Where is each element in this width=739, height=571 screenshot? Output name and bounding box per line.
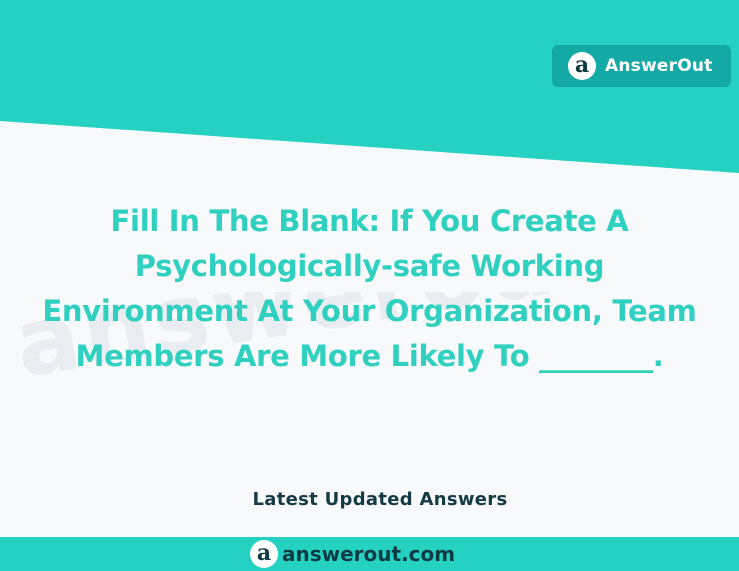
a-circle-logo-icon: a — [250, 540, 278, 568]
question-line: Members Are More Likely To ________. — [75, 339, 664, 373]
brand-badge[interactable]: a AnswerOut — [552, 45, 731, 87]
card-canvas: a AnswerOut answerout.com Fill In The Bl… — [0, 0, 739, 571]
a-circle-logo-icon: a — [568, 52, 596, 80]
tagline: Latest Updated Answers — [252, 489, 508, 510]
question-line: Psychologically-safe Working — [134, 249, 605, 283]
brand-logo-glyph: a — [574, 51, 590, 78]
footer-logo-glyph: a — [256, 539, 272, 566]
question-title: Fill In The Blank: If You Create A Psych… — [14, 199, 725, 379]
footer-site-url: answerout.com — [282, 542, 456, 566]
question-line: Fill In The Blank: If You Create A — [110, 204, 629, 238]
header-shape — [0, 0, 739, 173]
footer-site-link[interactable]: a answerout.com — [250, 540, 455, 568]
header-band — [0, 0, 739, 176]
question-line: Environment At Your Organization, Team — [42, 294, 697, 328]
footer-bar: a answerout.com — [0, 537, 739, 571]
brand-name: AnswerOut — [605, 56, 713, 76]
